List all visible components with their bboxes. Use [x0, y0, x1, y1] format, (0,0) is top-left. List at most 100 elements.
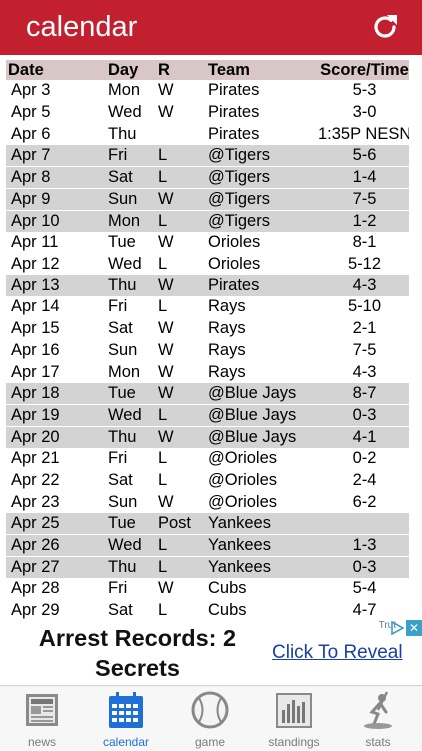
cell-date: Apr 9 [6, 188, 108, 211]
table-row[interactable]: Apr 13 Thu W Pirates 4-3 [6, 275, 409, 296]
table-row[interactable]: Apr 10 Mon L @Tigers 1-2 [6, 210, 409, 232]
cell-team: @Blue Jays [208, 383, 318, 405]
tab-label: stats [365, 735, 391, 749]
table-row[interactable]: Apr 8 Sat L @Tigers 1-4 [6, 166, 409, 189]
cell-team: Rays [208, 363, 246, 381]
cell-team: Rays [208, 317, 318, 340]
tab-calendar[interactable]: calendar [84, 686, 168, 751]
cell-date: Apr 11 [6, 232, 108, 254]
cell-date: Apr 10 [6, 210, 108, 232]
tab-game[interactable]: game [168, 686, 252, 751]
table-row[interactable]: Apr 3 Mon W Pirates 5-3 [6, 80, 409, 102]
cell-score: 0-3 [318, 556, 409, 578]
table-row[interactable]: Apr 16 Sun W Rays 7-5 [6, 339, 409, 362]
table-row[interactable]: Apr 28 Fri W Cubs 5-4 [6, 578, 409, 600]
tab-label: calendar [102, 735, 150, 749]
table-row[interactable]: Apr 29 Sat L Cubs 4-7 [6, 599, 409, 620]
cell-result: L [158, 534, 208, 557]
ad-close-icon[interactable]: ✕ [406, 620, 422, 636]
cell-date: Apr 22 [6, 469, 108, 492]
cell-date: Apr 28 [6, 578, 108, 600]
column-header-date: Date [6, 60, 108, 80]
cell-result: W [158, 317, 208, 340]
cell-score: 5-4 [318, 578, 409, 600]
table-row[interactable]: Apr 17 Mon W Rays 4-3 [6, 362, 409, 384]
schedule-table-container[interactable]: Date Day R Team Score/Time Apr 3 Mon W Pira… [6, 60, 409, 620]
cell-date: Apr 20 [6, 426, 108, 448]
cell-date: Apr 7 [6, 145, 108, 167]
cell-day: Sun [108, 493, 138, 511]
ad-headline[interactable]: Arrest Records: 2 Secrets [10, 623, 265, 683]
cell-score: 1-4 [318, 166, 409, 189]
table-row[interactable]: Apr 22 Sat L @Orioles 2-4 [6, 469, 409, 492]
cell-result: L [158, 166, 208, 189]
cell-team: Orioles [208, 255, 261, 273]
tab-label: standings [268, 735, 320, 749]
cell-day: Sat [108, 166, 158, 189]
table-row[interactable]: Apr 18 Tue W @Blue Jays 8-7 [6, 383, 409, 405]
cell-score: 4-3 [318, 275, 409, 296]
table-row[interactable]: Apr 27 Thu L Yankees 0-3 [6, 556, 409, 578]
cell-team: Pirates [208, 125, 260, 143]
cell-result: W [158, 188, 208, 211]
table-row[interactable]: Apr 9 Sun W @Tigers 7-5 [6, 188, 409, 211]
refresh-icon[interactable] [370, 12, 400, 42]
cell-result: W [158, 363, 174, 381]
tab-stats[interactable]: stats [336, 686, 420, 751]
cell-team: @Tigers [208, 188, 318, 211]
cell-date: Apr 6 [11, 125, 51, 143]
cell-result [158, 124, 208, 146]
cell-date: Apr 26 [6, 534, 108, 557]
table-row[interactable]: Apr 23 Sun W @Orioles 6-2 [6, 492, 409, 514]
table-row[interactable]: Apr 5 Wed W Pirates 3-0 [6, 101, 409, 124]
cell-score: 5-6 [318, 145, 409, 167]
cell-date: Apr 25 [6, 513, 108, 535]
column-header-result: R [158, 60, 208, 80]
cell-team: Cubs [208, 578, 318, 600]
table-row[interactable]: Apr 21 Fri L @Orioles 0-2 [6, 448, 409, 470]
ad-choices-icon[interactable] [390, 621, 404, 635]
column-header-day: Day [108, 60, 158, 80]
cell-team: @Orioles [208, 469, 318, 492]
cell-team: @Tigers [208, 145, 318, 167]
cell-day: Sun [108, 339, 158, 362]
cell-date: Apr 14 [6, 296, 108, 318]
cell-date: Apr 19 [6, 404, 108, 427]
cell-score: 0-2 [318, 448, 409, 470]
cell-result: W [158, 275, 208, 296]
cell-date: Apr 17 [11, 363, 60, 381]
cell-score: 4-1 [318, 426, 409, 448]
table-row[interactable]: Apr 14 Fri L Rays 5-10 [6, 296, 409, 318]
cell-day: Wed [108, 101, 158, 124]
table-row[interactable]: Apr 26 Wed L Yankees 1-3 [6, 534, 409, 557]
table-row[interactable]: Apr 11 Tue W Orioles 8-1 [6, 232, 409, 254]
tab-bar: news calendar game standings stats [0, 685, 422, 751]
cell-score: 2-4 [318, 469, 409, 492]
tab-news[interactable]: news [0, 686, 84, 751]
table-row[interactable]: Apr 6 Thu Pirates 1:35P NESN [6, 124, 409, 146]
table-row[interactable]: Apr 19 Wed L @Blue Jays 0-3 [6, 404, 409, 427]
table-row[interactable]: Apr 12 Wed L Orioles 5-12 [6, 254, 409, 276]
cell-result: L [158, 255, 168, 273]
cell-result: W [158, 578, 208, 600]
cell-day: Sat [108, 469, 158, 492]
table-row[interactable]: Apr 25 Tue Post Yankees [6, 513, 409, 535]
cell-result: L [158, 210, 208, 232]
cell-score: 5-10 [318, 296, 409, 318]
table-row[interactable]: Apr 7 Fri L @Tigers 5-6 [6, 145, 409, 167]
tab-label: news [27, 735, 56, 749]
page-title: calendar [26, 11, 138, 43]
cell-team: @Orioles [208, 448, 318, 470]
table-row[interactable]: Apr 15 Sat W Rays 2-1 [6, 317, 409, 340]
app-header: calendar [0, 0, 422, 55]
cell-date: Apr 15 [6, 317, 108, 340]
cell-score [318, 513, 409, 535]
cell-result: Post [158, 513, 208, 535]
tab-standings[interactable]: standings [252, 686, 336, 751]
cell-date: Apr 27 [6, 556, 108, 578]
ad-banner[interactable]: Arrest Records: 2 Secrets Click To Revea… [0, 620, 422, 685]
ad-cta-link[interactable]: Click To Reveal [272, 642, 403, 664]
table-row[interactable]: Apr 20 Thu W @Blue Jays 4-1 [6, 426, 409, 448]
table-header-row: Date Day R Team Score/Time [6, 60, 409, 80]
cell-day: Fri [108, 578, 158, 600]
